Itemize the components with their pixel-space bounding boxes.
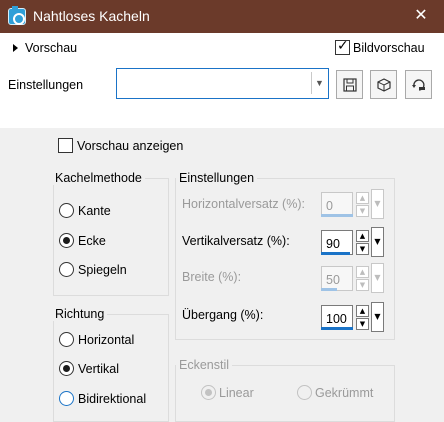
camera-icon [8, 6, 26, 25]
radio-kante-label: Kante [78, 204, 111, 218]
cube-icon [376, 77, 391, 92]
radio-gekruemmt-label: Gekrümmt [315, 386, 374, 400]
horizontal-offset-slider[interactable] [321, 214, 353, 217]
width-label: Breite (%): [182, 270, 242, 284]
window-title: Nahtloses Kacheln [33, 8, 150, 24]
radio-horizontal[interactable] [59, 332, 74, 347]
width-down[interactable]: ▼ [356, 279, 369, 291]
save-button[interactable] [336, 70, 363, 99]
bildvorschau-label: Bildvorschau [353, 41, 425, 55]
settings-combobox[interactable] [116, 68, 329, 99]
radio-bidirektional[interactable] [59, 391, 74, 406]
bildvorschau-checkbox[interactable] [335, 38, 350, 55]
chevron-down-icon[interactable]: ▼ [311, 72, 327, 94]
transition-label: Übergang (%): [182, 308, 264, 322]
save-icon [342, 77, 357, 92]
horizontal-offset-dropdown[interactable]: ▼ [371, 189, 384, 219]
preview-expander-label[interactable]: Vorschau [25, 41, 77, 55]
reset-icon [411, 78, 425, 91]
vertical-offset-dropdown[interactable]: ▼ [371, 227, 384, 257]
presets-button[interactable] [370, 70, 397, 99]
preview-toggle-checkbox[interactable] [58, 138, 73, 153]
transition-up[interactable]: ▲ [356, 305, 369, 317]
horizontal-offset-label: Horizontalversatz (%): [182, 197, 305, 211]
tiling-method-title: Kachelmethode [52, 171, 145, 185]
radio-spiegeln[interactable] [59, 262, 74, 277]
radio-bidirektional-label: Bidirektional [78, 392, 147, 406]
radio-horizontal-label: Horizontal [78, 333, 135, 347]
corner-style-title: Eckenstil [176, 358, 233, 372]
vertical-offset-up[interactable]: ▲ [356, 230, 369, 242]
vertical-offset-slider[interactable] [321, 252, 350, 255]
radio-ecke-label: Ecke [78, 234, 106, 248]
width-slider[interactable] [321, 288, 337, 291]
radio-linear-label: Linear [219, 386, 254, 400]
close-icon[interactable]: ✕ [408, 4, 434, 28]
radio-kante[interactable] [59, 203, 74, 218]
preview-toggle-label: Vorschau anzeigen [77, 139, 184, 153]
radio-linear[interactable] [201, 385, 216, 400]
transition-dropdown[interactable]: ▼ [371, 302, 384, 332]
expand-triangle-icon[interactable] [13, 44, 18, 52]
reset-button[interactable] [405, 70, 432, 99]
radio-ecke[interactable] [59, 233, 74, 248]
radio-vertikal-label: Vertikal [78, 362, 119, 376]
settings-label: Einstellungen [8, 78, 84, 92]
width-dropdown[interactable]: ▼ [371, 263, 384, 293]
settings-group-title: Einstellungen [176, 171, 258, 185]
horizontal-offset-up[interactable]: ▲ [356, 192, 369, 204]
radio-gekruemmt[interactable] [297, 385, 312, 400]
vertical-offset-label: Vertikalversatz (%): [182, 234, 290, 248]
radio-vertikal[interactable] [59, 361, 74, 376]
width-up[interactable]: ▲ [356, 266, 369, 278]
vertical-offset-down[interactable]: ▼ [356, 243, 369, 255]
transition-slider[interactable] [321, 327, 353, 330]
direction-title: Richtung [52, 307, 108, 321]
horizontal-offset-down[interactable]: ▼ [356, 205, 369, 217]
radio-spiegeln-label: Spiegeln [78, 263, 127, 277]
transition-down[interactable]: ▼ [356, 318, 369, 330]
